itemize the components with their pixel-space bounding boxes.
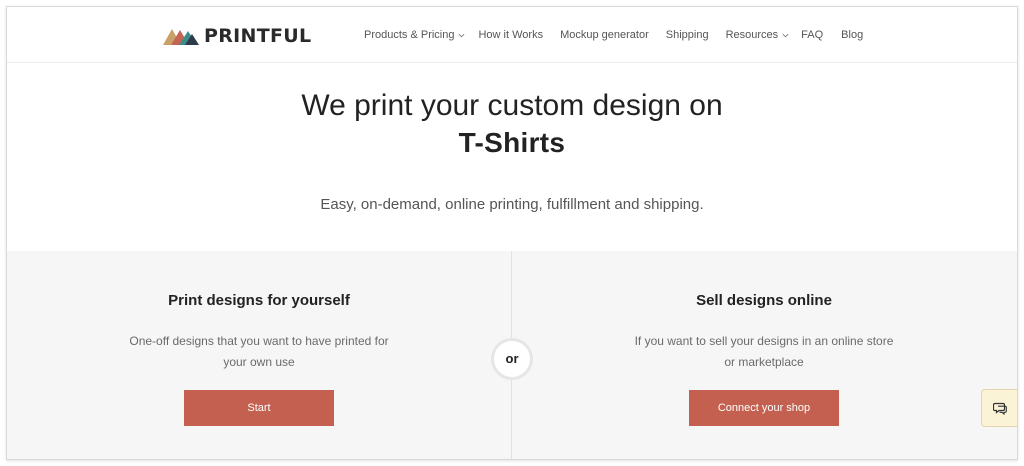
nav-resources[interactable]: Resources <box>726 25 790 45</box>
chevron-down-icon <box>782 33 789 37</box>
mountains-logo-icon <box>163 29 199 45</box>
nav-label: How it Works <box>478 29 544 41</box>
nav-label: Blog <box>841 29 864 41</box>
option-sell-online: Sell designs online If you want to sell … <box>512 251 1016 459</box>
nav-shipping[interactable]: Shipping <box>666 25 709 45</box>
option-title: Sell designs online <box>696 292 832 309</box>
brand-name: PRINTFUL <box>204 25 312 47</box>
nav-products-pricing[interactable]: Products & Pricing <box>364 25 465 45</box>
option-title: Print designs for yourself <box>168 292 350 309</box>
nav-label: Shipping <box>665 29 709 41</box>
option-description: One-off designs that you want to have pr… <box>129 334 389 369</box>
nav-how-it-works[interactable]: How it Works <box>478 25 543 45</box>
hero-product-name: T-Shirts <box>458 127 566 158</box>
nav-mockup-generator[interactable]: Mockup generator <box>560 25 649 45</box>
nav-label: Mockup generator <box>560 29 649 41</box>
main-nav: Products & Pricing How it Works Mockup g… <box>364 25 863 45</box>
nav-faq[interactable]: FAQ <box>801 25 823 45</box>
connect-shop-button[interactable]: Connect your shop <box>689 390 839 426</box>
nav-label: Products & Pricing <box>364 29 455 41</box>
option-description: If you want to sell your designs in an o… <box>634 334 894 369</box>
or-separator: or <box>491 338 533 380</box>
chat-widget-button[interactable] <box>981 389 1017 427</box>
start-button[interactable]: Start <box>184 390 334 426</box>
hero-title: We print your custom design on <box>301 89 723 122</box>
options-section: Print designs for yourself One-off desig… <box>7 251 1017 459</box>
nav-label: Resources <box>725 29 779 41</box>
option-print-yourself: Print designs for yourself One-off desig… <box>7 251 511 459</box>
nav-label: FAQ <box>801 29 824 41</box>
printful-logo[interactable]: PRINTFUL <box>163 24 311 48</box>
nav-blog[interactable]: Blog <box>841 25 863 45</box>
chevron-down-icon <box>459 33 465 37</box>
chat-icon <box>992 402 1007 415</box>
site-header: PRINTFUL Products & Pricing How it Works… <box>7 7 1017 63</box>
browser-page: PRINTFUL Products & Pricing How it Works… <box>6 6 1018 460</box>
hero-subtitle: Easy, on-demand, online printing, fulfil… <box>320 196 704 213</box>
